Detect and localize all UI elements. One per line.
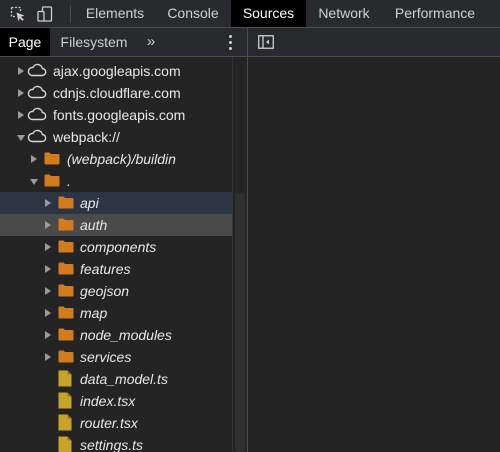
tab-network[interactable]: Network: [309, 0, 379, 27]
collapse-arrow-icon[interactable]: [17, 135, 25, 141]
folder-icon: [58, 327, 74, 346]
toggle-navigator-icon[interactable]: [258, 35, 274, 49]
file-icon: [58, 392, 72, 414]
tree-item[interactable]: ajax.googleapis.com: [0, 60, 232, 82]
expand-arrow-icon[interactable]: [45, 243, 51, 251]
scrollbar-thumb[interactable]: [235, 193, 245, 452]
tree-item[interactable]: api: [0, 192, 232, 214]
tree-item-label: auth: [80, 217, 108, 233]
tree-item[interactable]: router.tsx: [0, 412, 232, 434]
tab-filesystem[interactable]: Filesystem: [52, 28, 136, 56]
expand-arrow-icon[interactable]: [45, 353, 51, 361]
more-tabs-icon[interactable]: »: [143, 28, 159, 56]
folder-icon: [58, 239, 74, 258]
tab-elements[interactable]: Elements: [77, 0, 153, 27]
folder-icon: [58, 283, 74, 302]
folder-icon: [58, 195, 74, 214]
tree-item[interactable]: settings.ts: [0, 434, 232, 452]
tree-item-label: (webpack)/buildin: [67, 151, 176, 167]
editor-area: [248, 28, 500, 452]
tab-console[interactable]: Console: [158, 0, 228, 27]
tree-item-label: components: [80, 239, 157, 255]
toolbar-divider: [70, 5, 71, 23]
cloud-icon: [27, 107, 47, 126]
device-toolbar-icon[interactable]: [37, 6, 53, 22]
folder-icon: [58, 349, 74, 368]
editor-toolbar: [248, 28, 500, 57]
cloud-icon: [27, 63, 47, 82]
file-icon: [58, 414, 72, 436]
tree-item[interactable]: .: [0, 170, 232, 192]
tree-item-label: router.tsx: [80, 415, 138, 431]
tree-item-label: map: [80, 305, 108, 321]
expand-arrow-icon[interactable]: [18, 67, 24, 75]
select-element-icon[interactable]: [10, 6, 26, 22]
tree-item[interactable]: map: [0, 302, 232, 324]
expand-arrow-icon[interactable]: [45, 265, 51, 273]
expand-arrow-icon[interactable]: [45, 287, 51, 295]
tree-item[interactable]: webpack://: [0, 126, 232, 148]
file-icon: [58, 370, 72, 392]
expand-arrow-icon[interactable]: [45, 221, 51, 229]
folder-icon: [58, 305, 74, 324]
tree-item-label: ajax.googleapis.com: [53, 63, 181, 79]
expand-arrow-icon[interactable]: [18, 111, 24, 119]
tree-item[interactable]: features: [0, 258, 232, 280]
tree-item-label: index.tsx: [80, 393, 136, 409]
tab-page[interactable]: Page: [0, 28, 50, 56]
tree-item[interactable]: index.tsx: [0, 390, 232, 412]
folder-icon: [58, 217, 74, 236]
tree-item-label: data_model.ts: [80, 371, 168, 387]
folder-icon: [44, 151, 60, 170]
expand-arrow-icon[interactable]: [18, 89, 24, 97]
tree-item-label: features: [80, 261, 131, 277]
folder-icon: [58, 261, 74, 280]
tree-item[interactable]: auth: [0, 214, 232, 236]
tree-item-label: cdnjs.cloudflare.com: [53, 85, 181, 101]
expand-arrow-icon[interactable]: [45, 331, 51, 339]
devtools-tab-bar: Elements Console Sources Network Perform…: [0, 0, 500, 28]
tab-sources[interactable]: Sources: [231, 0, 306, 27]
tree-item-label: webpack://: [53, 129, 120, 145]
navigator-scrollbar[interactable]: [232, 57, 247, 452]
cloud-icon: [27, 85, 47, 104]
file-tree: ajax.googleapis.com cdnjs.cloudflare.com f…: [0, 57, 232, 452]
tree-item[interactable]: (webpack)/buildin: [0, 148, 232, 170]
tree-item-label: fonts.googleapis.com: [53, 107, 186, 123]
tree-item-label: geojson: [80, 283, 130, 299]
expand-arrow-icon[interactable]: [45, 199, 51, 207]
tree-item-label: node_modules: [80, 327, 172, 343]
file-icon: [58, 436, 72, 452]
more-options-icon[interactable]: [222, 28, 238, 56]
tree-item[interactable]: components: [0, 236, 232, 258]
tree-item-label: services: [80, 349, 132, 365]
tree-item-label: api: [80, 195, 99, 211]
folder-icon: [44, 173, 60, 192]
tree-item[interactable]: services: [0, 346, 232, 368]
sources-navigator: Page Filesystem » ajax.googleapis.com cdn…: [0, 28, 248, 452]
tree-item[interactable]: fonts.googleapis.com: [0, 104, 232, 126]
tree-item-label: .: [67, 173, 71, 189]
tree-item[interactable]: geojson: [0, 280, 232, 302]
tree-item[interactable]: cdnjs.cloudflare.com: [0, 82, 232, 104]
tree-item[interactable]: data_model.ts: [0, 368, 232, 390]
expand-arrow-icon[interactable]: [31, 155, 37, 163]
expand-arrow-icon[interactable]: [45, 309, 51, 317]
navigator-tab-bar: Page Filesystem »: [0, 28, 247, 57]
tree-item-label: settings.ts: [80, 437, 144, 452]
collapse-arrow-icon[interactable]: [30, 179, 38, 185]
cloud-icon: [27, 129, 47, 148]
tree-item[interactable]: node_modules: [0, 324, 232, 346]
tab-performance[interactable]: Performance: [385, 0, 485, 27]
